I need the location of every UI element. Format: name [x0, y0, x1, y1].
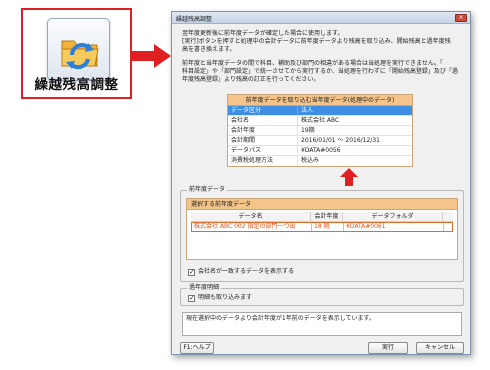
current-data-row: データ区分 法人	[228, 106, 412, 116]
match-company-label: 会社名が一致するデータを表示する	[198, 268, 295, 275]
previous-data-panel: 選択する前年度データ データ名 会計年度 データフォルダ 株式会社 ABC 00…	[186, 198, 458, 260]
checkbox-checked-icon[interactable]	[188, 268, 195, 276]
red-up-arrow-icon	[340, 168, 358, 186]
cancel-button[interactable]: キャンセル	[416, 342, 464, 354]
column-header-data-name[interactable]: データ名	[191, 212, 311, 221]
match-company-checkbox[interactable]: 会社名が一致するデータを表示する	[188, 268, 294, 276]
column-header-fiscal-year[interactable]: 会計年度	[311, 212, 343, 221]
row-key: 会計期間	[228, 136, 298, 145]
current-data-table-header: 前年度データを取り込む当年度データ(処理中のデータ)	[228, 95, 412, 106]
cell-fiscal-year: 18 期	[312, 223, 344, 231]
carry-forward-tool-button[interactable]	[47, 18, 110, 81]
previous-year-legend: 前年度データ	[187, 186, 228, 194]
warning-line-3: 年度残高登録」より残高の訂正を行ってください。	[182, 76, 320, 83]
description-text: 翌年度更新後に前年度データが確定した場合に使用します。 [実行]ボタンを押すと処…	[182, 30, 462, 54]
dialog-title: 繰越残高調整	[176, 16, 213, 23]
row-value: 2016/01/01 ～ 2016/12/31	[301, 137, 380, 144]
row-key: 消費税処理方法	[228, 156, 298, 166]
carry-forward-tool-card[interactable]: 繰越残高調整	[21, 8, 132, 99]
row-value: 19期	[301, 127, 315, 134]
previous-data-panel-header: 選択する前年度データ	[187, 199, 457, 210]
past-year-legend: 過年度明細	[187, 284, 222, 292]
carry-forward-dialog: 繰越残高調整 × 翌年度更新後に前年度データが確定した場合に使用します。 [実行…	[171, 11, 471, 355]
current-data-row: 会社名 株式会社 ABC	[228, 116, 412, 126]
row-value: 法人	[301, 107, 314, 114]
previous-data-row[interactable]: 株式会社 ABC 002 指定の部門一つ出 18 期 ¥DATA#0061	[191, 222, 453, 232]
checkbox-checked-icon[interactable]	[188, 294, 195, 302]
row-key: 会社名	[228, 116, 298, 125]
column-header-data-folder[interactable]: データフォルダ	[343, 212, 443, 221]
cell-data-name: 株式会社 ABC 002 指定の部門一つ出	[192, 223, 312, 231]
current-data-row: データパス ¥DATA#0056	[228, 146, 412, 156]
current-data-row: 会計年度 19期	[228, 126, 412, 136]
row-key: データ区分	[228, 106, 298, 115]
carry-forward-tool-label: 繰越残高調整	[34, 77, 119, 93]
description-line-1: 翌年度更新後に前年度データが確定した場合に使用します。	[182, 30, 344, 37]
description-line-3: 高を書き換えます。	[182, 46, 236, 53]
info-message-box: 現在選択中のデータより会計年度が1年前のデータを表示しています。	[182, 312, 462, 336]
cell-data-folder: ¥DATA#0061	[344, 223, 444, 231]
import-details-label: 明細も取り込みます	[198, 294, 253, 301]
current-data-row: 消費税処理方法 税込み	[228, 156, 412, 166]
row-value: ¥DATA#0056	[301, 147, 341, 154]
row-key: 会計年度	[228, 126, 298, 135]
description-line-2: [実行]ボタンを押すと処理中の会計データに前年度データより残高を取り込み、開始残…	[182, 38, 451, 45]
row-key: データパス	[228, 146, 298, 155]
warning-line-1: 前年度と当年度データの間で科目、補助及び部門の相違がある場合は当処理を実行できま…	[182, 60, 443, 67]
close-button[interactable]: ×	[455, 14, 467, 22]
row-value: 株式会社 ABC	[301, 117, 340, 124]
row-value: 税込み	[301, 157, 320, 164]
warning-text: 前年度と当年度データの間で科目、補助及び部門の相違がある場合は当処理を実行できま…	[182, 60, 462, 84]
current-data-table: 前年度データを取り込む当年度データ(処理中のデータ) データ区分 法人 会社名 …	[227, 94, 413, 167]
red-right-arrow-icon	[132, 44, 171, 68]
import-details-checkbox[interactable]: 明細も取り込みます	[188, 294, 252, 302]
help-button[interactable]: F1:ヘルプ	[180, 342, 214, 354]
current-data-row: 会計期間 2016/01/01 ～ 2016/12/31	[228, 136, 412, 146]
previous-data-grid-header: データ名 会計年度 データフォルダ	[191, 212, 453, 222]
run-button[interactable]: 実行	[368, 342, 408, 354]
warning-line-2: 科目設定」や「部門設定」で統一させてから実行するか、当処理を行わずに「開始残高登…	[182, 68, 458, 75]
dialog-titlebar: 繰越残高調整 ×	[172, 12, 470, 24]
